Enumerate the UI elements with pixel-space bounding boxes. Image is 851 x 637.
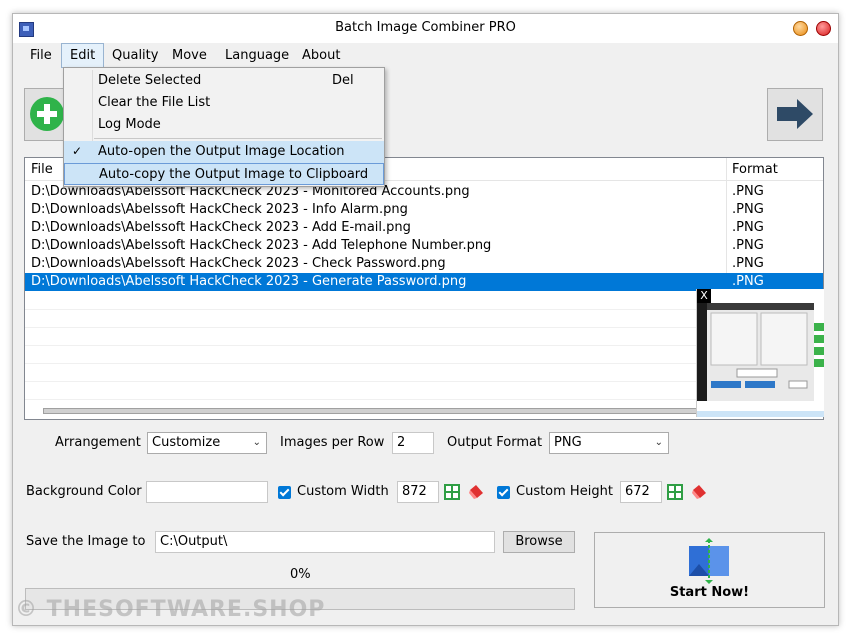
row-gridline (25, 363, 696, 364)
window-title: Batch Image Combiner PRO (335, 20, 516, 35)
menu-file[interactable]: File (22, 43, 60, 68)
table-row[interactable]: D:\Downloads\Abelssoft HackCheck 2023 - … (25, 237, 823, 255)
output-format-value: PNG (554, 435, 582, 450)
preview-thumbnail (697, 303, 824, 417)
menu-item-label: Clear the File List (98, 95, 211, 110)
title-bar: Batch Image Combiner PRO (13, 14, 838, 43)
save-location-label: Save the Image to (26, 534, 146, 549)
plus-icon (30, 97, 64, 131)
menu-item-clear-file-list[interactable]: Clear the File List (64, 92, 384, 114)
custom-height-label: Custom Height (516, 484, 613, 499)
menu-item-label: Auto-open the Output Image Location (98, 144, 345, 159)
menu-item-label: Delete Selected (98, 73, 202, 88)
table-row[interactable]: D:\Downloads\Abelssoft HackCheck 2023 - … (25, 201, 823, 219)
next-arrow-button[interactable] (767, 88, 823, 141)
menu-item-auto-copy-clipboard[interactable]: Auto-copy the Output Image to Clipboard (64, 163, 384, 185)
preview-close-button[interactable]: X (697, 289, 711, 303)
image-preview: X (696, 289, 824, 417)
background-color-label: Background Color (26, 484, 142, 499)
output-format-label: Output Format (447, 435, 543, 450)
menu-item-shortcut: Del (332, 73, 354, 88)
row-gridline (25, 399, 696, 400)
grid-icon[interactable] (667, 484, 683, 500)
arrangement-select[interactable]: Customize ⌄ (147, 432, 267, 454)
row-gridline (25, 345, 696, 346)
menu-bar: File Edit Quality Move Language About (13, 43, 838, 68)
file-path: D:\Downloads\Abelssoft HackCheck 2023 - … (31, 256, 446, 271)
table-row[interactable]: D:\Downloads\Abelssoft HackCheck 2023 - … (25, 255, 823, 273)
file-path: D:\Downloads\Abelssoft HackCheck 2023 - … (31, 220, 411, 235)
table-row[interactable]: D:\Downloads\Abelssoft HackCheck 2023 - … (25, 219, 823, 237)
watermark: © THESOFTWARE.SHOP (15, 597, 326, 622)
images-per-row-label: Images per Row (280, 435, 385, 450)
custom-width-input[interactable]: 872 (397, 481, 439, 503)
menu-item-delete-selected[interactable]: Delete Selected Del (64, 70, 384, 92)
horizontal-scrollbar[interactable] (43, 408, 765, 414)
file-format: .PNG (732, 256, 764, 271)
save-path-input[interactable]: C:\Output\ (155, 531, 495, 553)
menu-item-label: Log Mode (98, 117, 161, 132)
combine-images-icon (689, 538, 729, 584)
eraser-icon[interactable] (468, 484, 484, 500)
minimize-button[interactable] (793, 21, 808, 36)
menu-move[interactable]: Move (164, 43, 215, 68)
app-window: Batch Image Combiner PRO File Edit Quali… (12, 13, 839, 626)
progress-text: 0% (290, 567, 311, 582)
background-color-input[interactable] (146, 481, 268, 503)
images-per-row-input[interactable]: 2 (392, 432, 434, 454)
column-file[interactable]: File (31, 162, 53, 177)
arrangement-value: Customize (152, 435, 221, 450)
custom-width-checkbox[interactable] (278, 486, 291, 499)
start-now-label: Start Now! (669, 585, 750, 600)
custom-height-input[interactable]: 672 (620, 481, 662, 503)
chevron-down-icon: ⌄ (654, 437, 663, 448)
file-format: .PNG (732, 184, 764, 199)
menu-item-auto-open-location[interactable]: ✓ Auto-open the Output Image Location (64, 141, 384, 163)
column-format[interactable]: Format (732, 162, 778, 177)
menu-separator (94, 138, 382, 139)
file-format: .PNG (732, 274, 764, 289)
output-format-select[interactable]: PNG ⌄ (549, 432, 669, 454)
row-gridline (25, 381, 696, 382)
menu-item-label: Auto-copy the Output Image to Clipboard (99, 167, 369, 182)
menu-quality[interactable]: Quality (104, 43, 166, 68)
file-format: .PNG (732, 220, 764, 235)
arrangement-label: Arrangement (55, 435, 141, 450)
arrow-right-icon (777, 99, 813, 129)
file-path: D:\Downloads\Abelssoft HackCheck 2023 - … (31, 238, 492, 253)
menu-edit[interactable]: Edit (61, 43, 105, 68)
eraser-icon[interactable] (691, 484, 707, 500)
custom-width-label: Custom Width (297, 484, 389, 499)
start-now-button[interactable]: Start Now! (594, 532, 825, 608)
menu-language[interactable]: Language (217, 43, 297, 68)
row-gridline (25, 309, 696, 310)
custom-height-checkbox[interactable] (497, 486, 510, 499)
checkmark-icon: ✓ (72, 144, 83, 158)
menu-about[interactable]: About (294, 43, 348, 68)
file-list[interactable]: File Format D:\Downloads\Abelssoft HackC… (24, 157, 824, 420)
file-path: D:\Downloads\Abelssoft HackCheck 2023 - … (31, 274, 467, 289)
row-gridline (25, 327, 696, 328)
file-format: .PNG (732, 202, 764, 217)
grid-icon[interactable] (444, 484, 460, 500)
browse-button[interactable]: Browse (503, 531, 575, 553)
close-button[interactable] (816, 21, 831, 36)
menu-item-log-mode[interactable]: Log Mode (64, 114, 384, 136)
file-path: D:\Downloads\Abelssoft HackCheck 2023 - … (31, 202, 408, 217)
file-format: .PNG (732, 238, 764, 253)
chevron-down-icon: ⌄ (252, 437, 261, 448)
edit-menu-dropdown: Delete Selected Del Clear the File List … (63, 67, 385, 187)
